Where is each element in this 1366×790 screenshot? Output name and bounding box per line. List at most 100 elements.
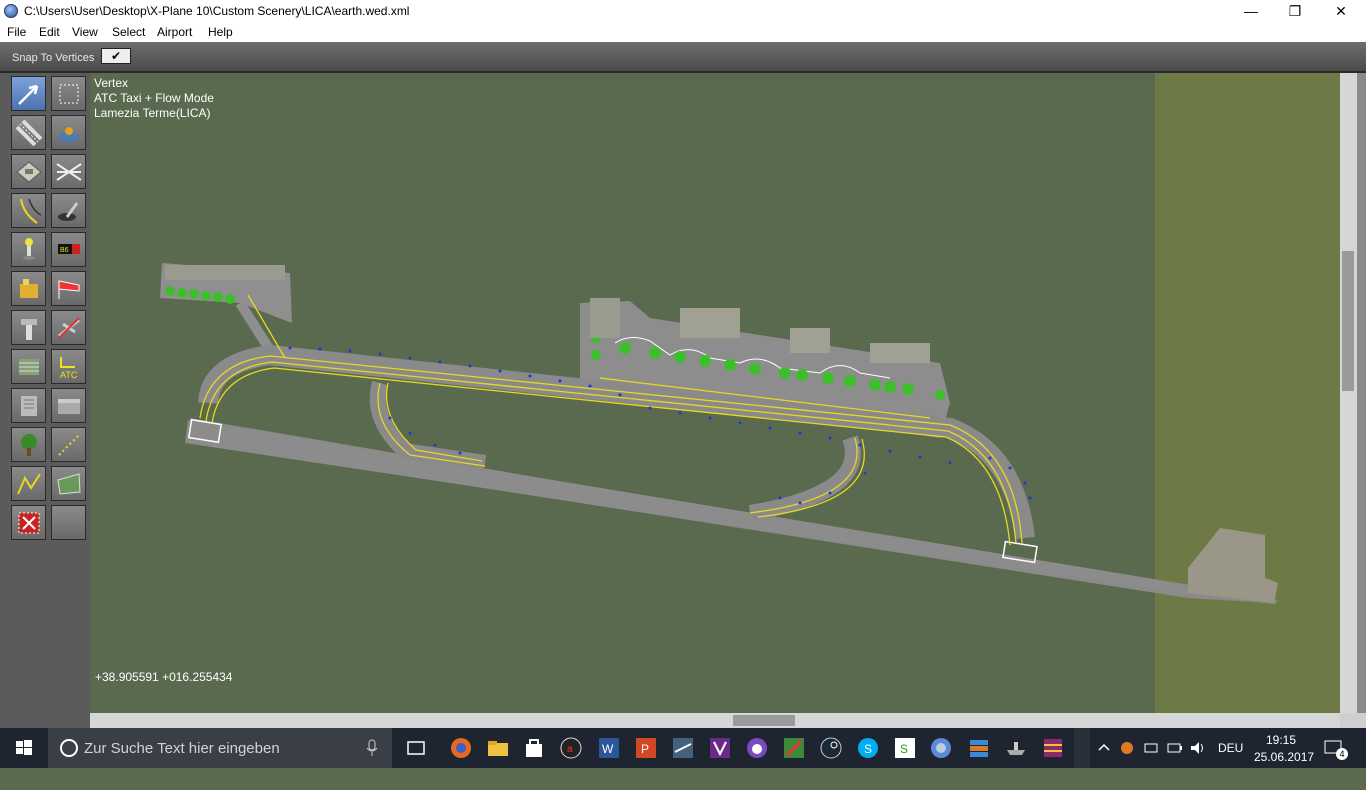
line-tool-button[interactable]	[11, 466, 46, 501]
green-s-app-icon[interactable]: S	[893, 736, 917, 760]
flight-sim-icon[interactable]	[671, 736, 695, 760]
map-view[interactable]: Vertex ATC Taxi + Flow Mode Lamezia Term…	[90, 73, 1340, 713]
vertical-scroll-thumb[interactable]	[1342, 251, 1354, 391]
plane-icon	[58, 317, 80, 339]
menu-view[interactable]: View	[72, 25, 98, 39]
airport-scene	[160, 73, 1340, 713]
store-icon[interactable]	[522, 736, 546, 760]
svg-text:a: a	[567, 744, 573, 755]
menu-airport[interactable]: Airport	[157, 25, 192, 39]
snap-toolbar: Snap To Vertices ✔	[0, 42, 1366, 73]
word-icon[interactable]: W	[597, 736, 621, 760]
ramp-start-tool-button[interactable]	[51, 193, 86, 228]
stack-app-icon[interactable]	[967, 736, 991, 760]
windsock-tool-button[interactable]	[51, 271, 86, 306]
snap-to-vertices-label: Snap To Vertices	[12, 52, 95, 64]
volume-icon[interactable]	[1189, 738, 1207, 758]
hangar-tool-button[interactable]	[51, 388, 86, 423]
boundary-tool-button[interactable]	[51, 154, 86, 189]
battery-icon[interactable]	[1166, 738, 1184, 758]
arrow-icon	[18, 84, 39, 105]
app-icon	[4, 4, 18, 18]
taskbar-search[interactable]: Zur Suche Text hier eingeben	[48, 728, 392, 768]
terrain-area	[1155, 73, 1340, 713]
lamp-icon	[23, 238, 35, 260]
terminal-building-1	[590, 298, 620, 338]
game-icon-v[interactable]	[708, 736, 732, 760]
search-placeholder: Zur Suche Text hier eingeben	[84, 740, 280, 757]
atc-tool-button[interactable]: ATC	[51, 349, 86, 384]
connector-center	[748, 435, 861, 521]
snap-to-vertices-checkbox[interactable]: ✔	[101, 48, 131, 64]
helipad-tool-button[interactable]	[51, 115, 86, 150]
vertical-scrollbar[interactable]	[1340, 73, 1357, 713]
menu-bar: File Edit View Select Airport Help	[0, 23, 1366, 42]
taskbar-scroll[interactable]	[1074, 728, 1090, 768]
winrar-icon[interactable]	[1041, 736, 1065, 760]
building-icon	[21, 396, 37, 416]
taxi-line-tool-button[interactable]	[11, 193, 46, 228]
dotted-line-icon	[58, 434, 80, 456]
no-plane-tool-button[interactable]	[51, 310, 86, 345]
helicopter-icon	[59, 127, 79, 142]
network-tray-icon[interactable]	[1142, 738, 1160, 758]
exclusion-tool-button[interactable]	[11, 505, 46, 540]
cat-app-icon[interactable]	[745, 736, 769, 760]
sign-tool-button[interactable]: B6	[51, 232, 86, 267]
firefox-icon[interactable]	[449, 736, 473, 760]
task-view-icon[interactable]	[404, 736, 428, 760]
warships-icon[interactable]	[1004, 736, 1028, 760]
terminal-building-3	[790, 328, 830, 353]
polygon-tool-button[interactable]	[51, 466, 86, 501]
facade-tool-button[interactable]	[11, 349, 46, 384]
chevron-up-icon[interactable]	[1096, 738, 1112, 758]
string-tool-button[interactable]	[51, 427, 86, 462]
building-tool-button[interactable]	[11, 388, 46, 423]
menu-edit[interactable]: Edit	[39, 25, 60, 39]
svg-text:B6: B6	[60, 247, 69, 254]
powerpoint-icon[interactable]: P	[634, 736, 658, 760]
svg-text:W: W	[602, 742, 614, 756]
right-edge-strip	[1357, 73, 1366, 713]
tower-tool-button[interactable]	[11, 310, 46, 345]
minimize-button[interactable]: —	[1228, 0, 1274, 23]
scrollbar-corner	[1340, 713, 1366, 728]
world-editor-icon[interactable]	[929, 736, 953, 760]
microphone-icon[interactable]	[364, 738, 380, 758]
marquee-tool-button[interactable]	[51, 76, 86, 111]
steam-icon[interactable]	[819, 736, 843, 760]
taxiway-icon	[16, 161, 42, 183]
restore-button[interactable]: ❐	[1272, 0, 1318, 23]
skype-icon[interactable]: S	[856, 736, 880, 760]
close-button[interactable]: ✕	[1318, 0, 1364, 23]
game-icon-rocket[interactable]	[782, 736, 806, 760]
mode-vertex-label: Vertex	[94, 76, 129, 90]
forest-tool-button[interactable]	[11, 427, 46, 462]
ramp-icon	[58, 202, 79, 221]
menu-help[interactable]: Help	[208, 25, 233, 39]
mode-atc-label: ATC Taxi + Flow Mode	[94, 91, 214, 105]
horizontal-scroll-thumb[interactable]	[733, 715, 795, 726]
file-explorer-icon[interactable]	[486, 736, 510, 760]
terminal-building-2	[680, 308, 740, 338]
tray-app-icon[interactable]	[1118, 738, 1136, 758]
svg-text:ATC: ATC	[60, 370, 78, 380]
empty-tool-button[interactable]	[51, 505, 86, 540]
menu-select[interactable]: Select	[112, 25, 145, 39]
menu-file[interactable]: File	[7, 25, 26, 39]
taxiway-tool-button[interactable]	[11, 154, 46, 189]
window-title: C:\Users\User\Desktop\X-Plane 10\Custom …	[24, 4, 410, 18]
taskbar: Zur Suche Text hier eingeben a W P S S D…	[0, 728, 1366, 768]
object-tool-button[interactable]	[11, 271, 46, 306]
app-circle-icon[interactable]: a	[559, 736, 583, 760]
title-bar: C:\Users\User\Desktop\X-Plane 10\Custom …	[0, 0, 1366, 23]
windows-icon	[16, 740, 32, 755]
horizontal-scrollbar[interactable]	[90, 713, 1340, 728]
light-tool-button[interactable]	[11, 232, 46, 267]
clock-date[interactable]: 25.06.2017	[1254, 750, 1314, 790]
language-indicator[interactable]: DEU	[1218, 741, 1243, 781]
vertex-tool-button[interactable]	[11, 76, 46, 111]
start-button[interactable]	[0, 728, 48, 768]
runway-tool-button[interactable]	[11, 115, 46, 150]
polygon-icon	[57, 473, 81, 495]
